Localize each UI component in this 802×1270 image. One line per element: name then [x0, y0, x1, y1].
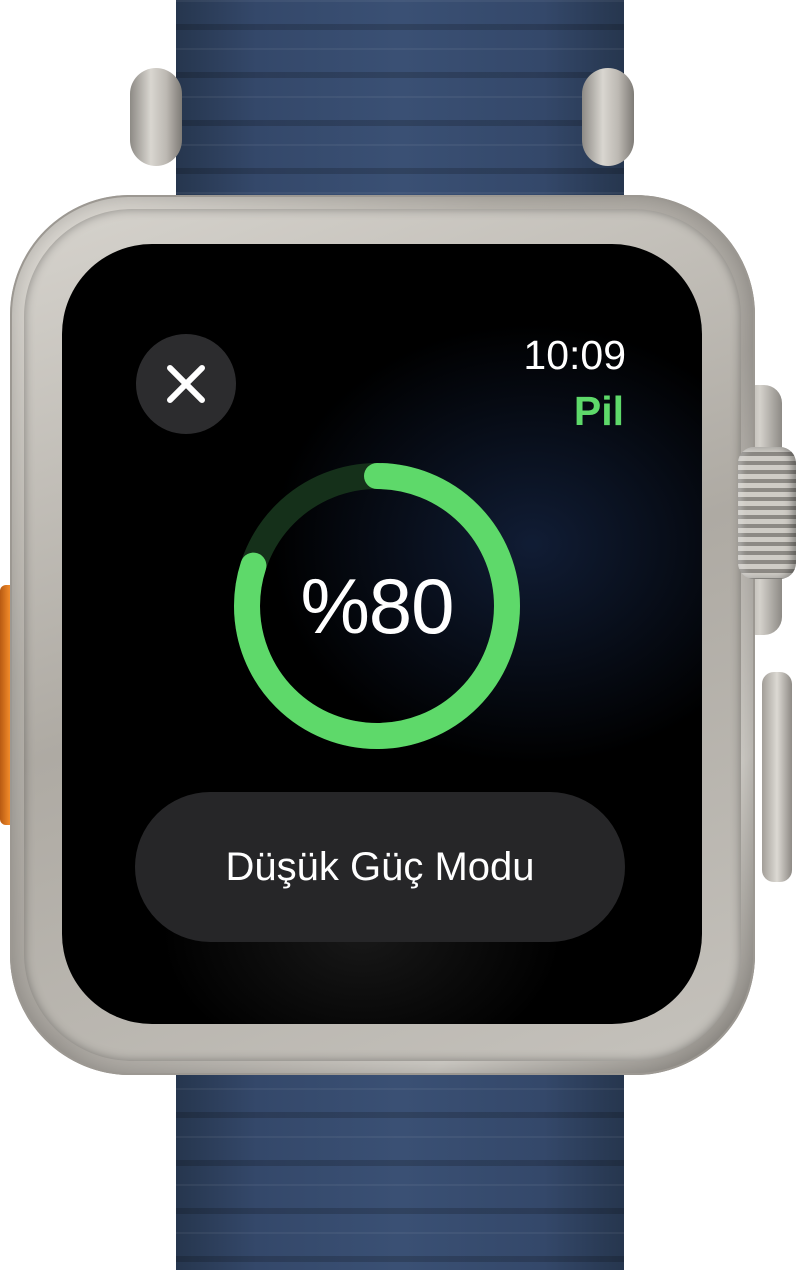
- app-title: Pil: [573, 388, 624, 434]
- band-lug-left: [130, 68, 182, 166]
- close-button[interactable]: [136, 334, 236, 434]
- low-power-mode-label: Düşük Güç Modu: [225, 844, 535, 889]
- battery-percent: %80: [300, 561, 454, 650]
- band-lug-right: [582, 68, 634, 166]
- close-icon: [164, 362, 208, 406]
- status-time: 10:09: [523, 332, 626, 378]
- battery-ring: %80: [227, 456, 527, 756]
- side-button[interactable]: [762, 672, 792, 882]
- watch-screen: 10:09 Pil %80 Düşük Güç Modu: [62, 244, 702, 1024]
- low-power-mode-button[interactable]: Düşük Güç Modu: [135, 792, 625, 942]
- digital-crown[interactable]: [738, 447, 796, 579]
